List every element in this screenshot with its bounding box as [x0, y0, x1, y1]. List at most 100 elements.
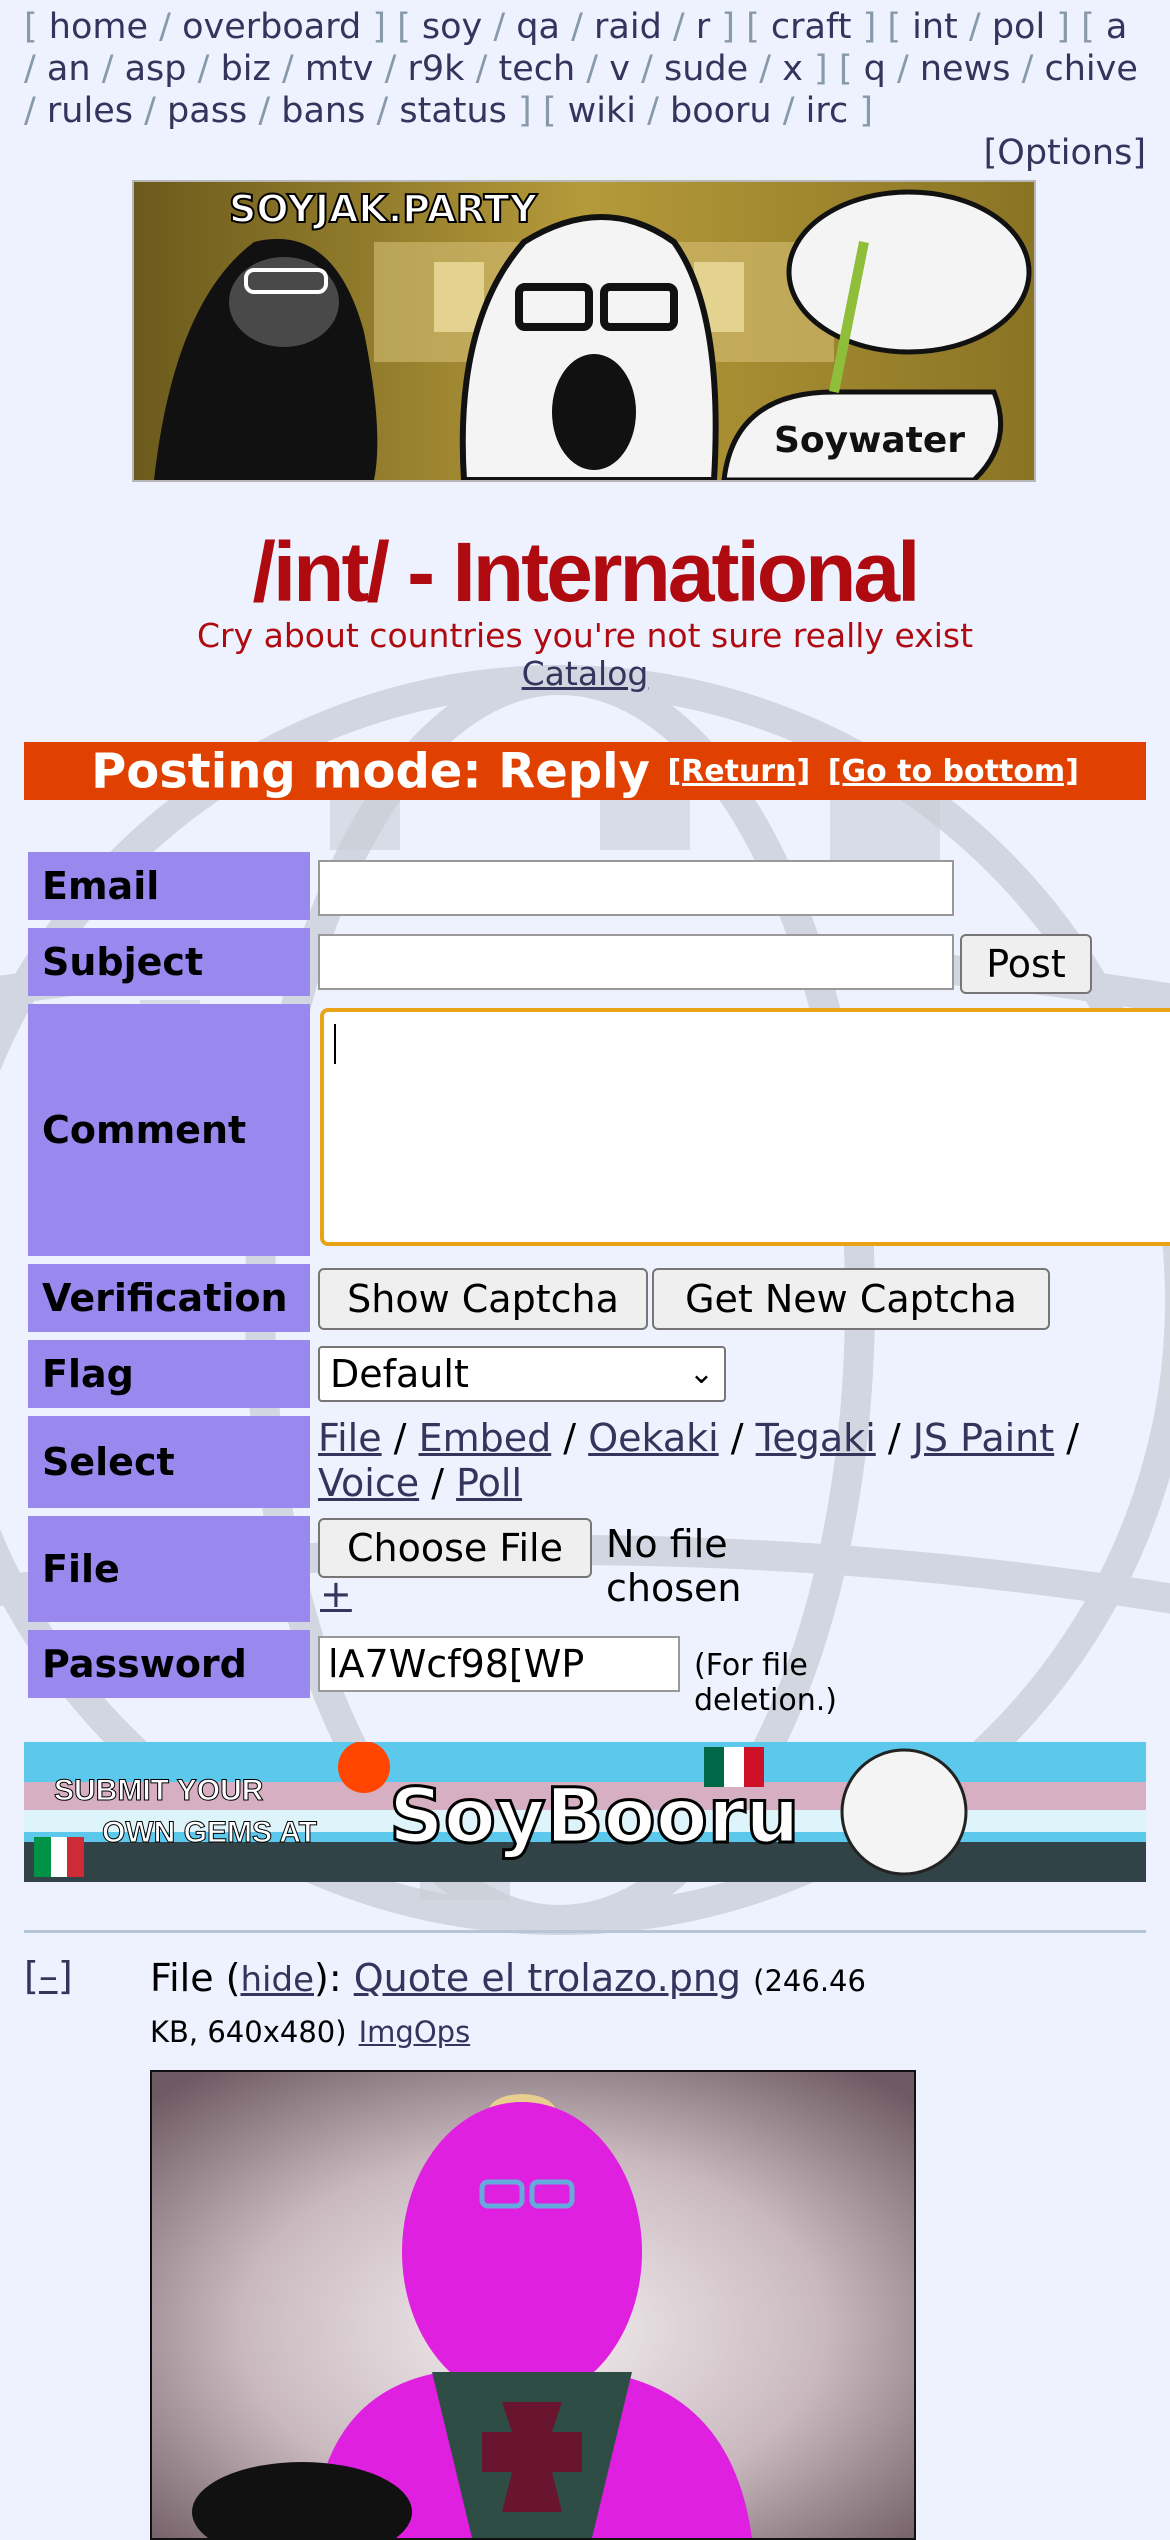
add-file-link[interactable]: +: [320, 1572, 352, 1616]
select-option-poll[interactable]: Poll: [456, 1461, 522, 1505]
nav-link-rules[interactable]: rules: [47, 91, 133, 131]
select-options: File / Embed / Oekaki / Tegaki / JS Pain…: [318, 1416, 1170, 1506]
banner-cup-text: Soywater: [774, 420, 965, 461]
nav-link-irc[interactable]: irc: [806, 91, 849, 131]
post-button[interactable]: Post: [960, 934, 1092, 994]
bracket-close: ]: [802, 49, 839, 89]
nav-separator: /: [629, 49, 664, 89]
nav-separator: /: [482, 7, 517, 47]
password-note: (For file deletion.): [694, 1648, 837, 1718]
board-subtitle: Cry about countries you're not sure real…: [196, 616, 974, 655]
chevron-down-icon: ⌄: [688, 1356, 714, 1391]
select-option-voice[interactable]: Voice: [318, 1461, 419, 1505]
nav-link-wiki[interactable]: wiki: [568, 91, 636, 131]
nav-link-x[interactable]: x: [782, 49, 803, 89]
nav-separator: /: [661, 7, 696, 47]
bracket-close: ]: [361, 7, 398, 47]
flag-select-value: Default: [330, 1352, 469, 1396]
nav-separator: /: [1010, 49, 1045, 89]
nav-link-a[interactable]: a: [1106, 7, 1127, 47]
flag-label: Flag: [28, 1340, 310, 1408]
board-list-nav: [ home / overboard ] [ soy / qa / raid /…: [0, 0, 1170, 132]
options-link[interactable]: [Options]: [984, 133, 1146, 173]
post-image-thumbnail[interactable]: [150, 2070, 916, 2540]
thumbnail-image: [152, 2072, 914, 2538]
nav-link-status[interactable]: status: [399, 91, 507, 131]
nav-link-news[interactable]: news: [920, 49, 1011, 89]
select-option-file[interactable]: File: [318, 1416, 382, 1460]
nav-separator: /: [186, 49, 221, 89]
nav-link-r[interactable]: r: [696, 7, 710, 47]
nav-link-q[interactable]: q: [864, 49, 886, 89]
nav-link-booru[interactable]: booru: [670, 91, 772, 131]
nav-link-v[interactable]: v: [609, 49, 630, 89]
nav-separator: /: [464, 49, 499, 89]
nav-separator: /: [957, 7, 992, 47]
file-label: File: [28, 1516, 310, 1622]
nav-separator: /: [133, 91, 168, 131]
bracket-close: ]: [851, 7, 888, 47]
bracket-open: [: [1081, 7, 1106, 47]
nav-separator: /: [748, 49, 783, 89]
nav-link-home[interactable]: home: [49, 7, 148, 47]
catalog-link[interactable]: Catalog: [522, 654, 649, 693]
bracket-open: [: [24, 7, 49, 47]
select-option-embed[interactable]: Embed: [419, 1416, 552, 1460]
select-separator: /: [718, 1416, 756, 1460]
nav-link-biz[interactable]: biz: [221, 49, 271, 89]
nav-link-bans[interactable]: bans: [281, 91, 365, 131]
bracket-open: [: [542, 91, 568, 131]
nav-separator: /: [247, 91, 282, 131]
return-link[interactable]: [Return]: [667, 754, 810, 789]
nav-separator: /: [373, 49, 408, 89]
get-new-captcha-button[interactable]: Get New Captcha: [652, 1268, 1050, 1330]
ad-brand: SoyBooru: [389, 1771, 799, 1860]
go-to-bottom-link[interactable]: [Go to bottom]: [828, 754, 1079, 789]
nav-link-craft[interactable]: craft: [771, 7, 852, 47]
password-input[interactable]: lA7Wcf98[WP: [318, 1636, 680, 1692]
nav-link-an[interactable]: an: [47, 49, 91, 89]
flag-select[interactable]: Default ⌄: [318, 1346, 726, 1402]
email-input[interactable]: [318, 860, 954, 916]
nav-separator: /: [635, 91, 670, 131]
nav-link-pass[interactable]: pass: [167, 91, 247, 131]
site-banner[interactable]: SOYJAK.PARTY Soywater: [132, 180, 1036, 482]
nav-link-asp[interactable]: asp: [125, 49, 187, 89]
comment-textarea[interactable]: [320, 1008, 1170, 1246]
comment-label: Comment: [28, 1004, 310, 1256]
imgops-link[interactable]: ImgOps: [359, 2015, 471, 2049]
bracket-open: [: [746, 7, 771, 47]
collapse-post-toggle[interactable]: [–]: [24, 1954, 73, 1998]
nav-link-chive[interactable]: chive: [1045, 49, 1138, 89]
banner-site-text: SOYJAK.PARTY: [229, 187, 538, 231]
no-file-chosen-text: No file chosen: [606, 1522, 742, 1610]
nav-link-overboard[interactable]: overboard: [182, 7, 361, 47]
select-option-oekaki[interactable]: Oekaki: [588, 1416, 718, 1460]
email-label: Email: [28, 852, 310, 920]
subject-input[interactable]: [318, 934, 954, 990]
nav-link-int[interactable]: int: [912, 7, 958, 47]
soybooru-ad-banner[interactable]: SUBMIT YOUR OWN GEMS AT SoyBooru: [24, 1742, 1146, 1882]
nav-link-r9k[interactable]: r9k: [408, 49, 465, 89]
choose-file-button[interactable]: Choose File: [318, 1518, 592, 1578]
nav-separator: /: [24, 49, 47, 89]
nav-link-sude[interactable]: sude: [664, 49, 748, 89]
nav-link-raid[interactable]: raid: [594, 7, 662, 47]
nav-link-pol[interactable]: pol: [992, 7, 1045, 47]
select-option-tegaki[interactable]: Tegaki: [756, 1416, 876, 1460]
show-captcha-button[interactable]: Show Captcha: [318, 1268, 648, 1330]
filename-link[interactable]: Quote el trolazo.png: [354, 1956, 741, 2000]
nav-separator: /: [148, 7, 183, 47]
nav-link-mtv[interactable]: mtv: [305, 49, 374, 89]
nav-link-qa[interactable]: qa: [516, 7, 560, 47]
board-title: /int/ - International: [252, 525, 921, 619]
nav-link-soy[interactable]: soy: [422, 7, 482, 47]
nav-link-tech[interactable]: tech: [498, 49, 575, 89]
bracket-open: [: [397, 7, 422, 47]
select-option-js-paint[interactable]: JS Paint: [913, 1416, 1054, 1460]
text-cursor: [334, 1024, 336, 1064]
hide-link[interactable]: hide: [241, 1960, 315, 2000]
select-separator: /: [419, 1461, 457, 1505]
nav-separator: /: [559, 7, 595, 47]
ad-line1: SUBMIT YOUR: [54, 1774, 264, 1807]
